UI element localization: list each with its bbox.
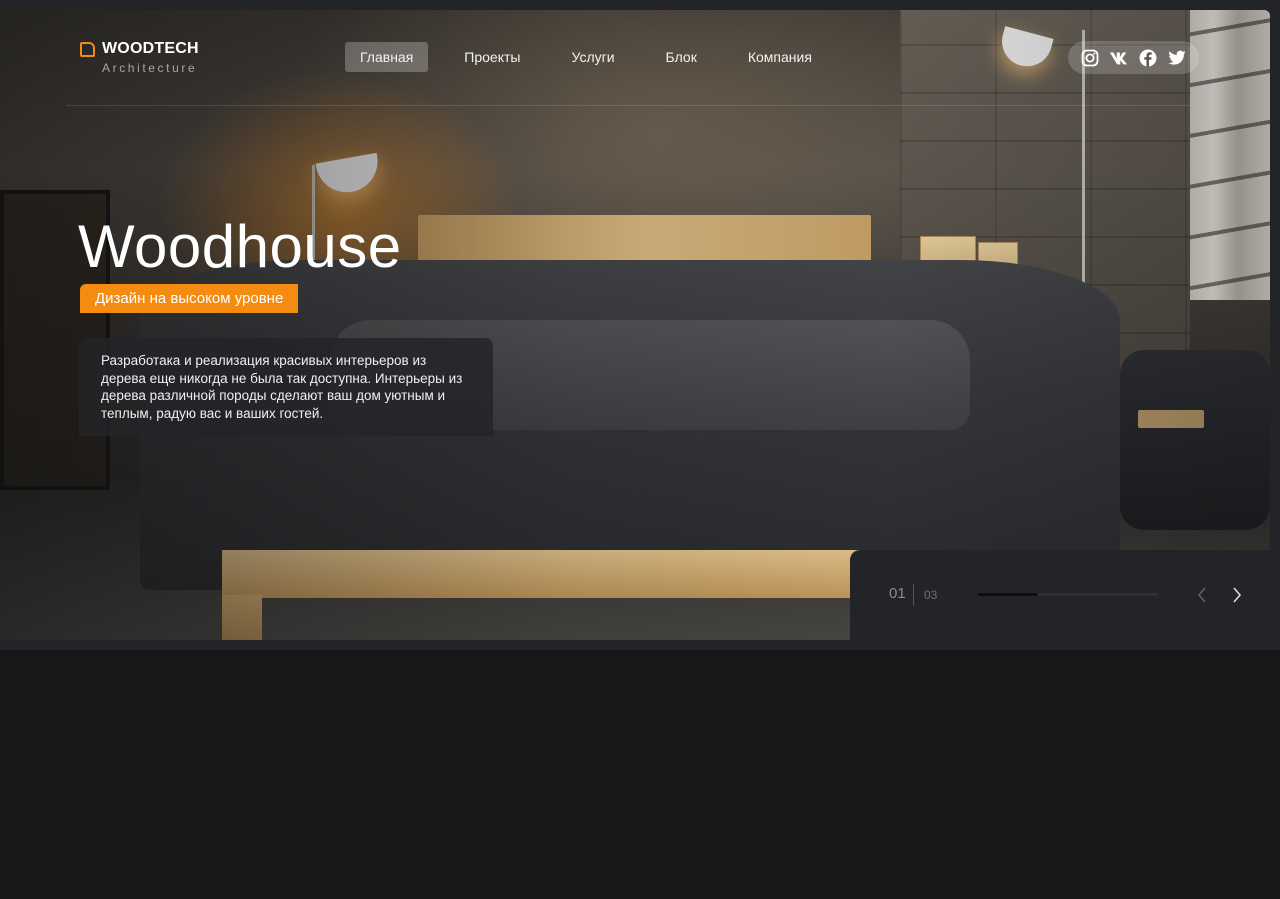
social-links <box>1068 41 1199 74</box>
slide-progress-track <box>978 593 1158 596</box>
hero-title: Woodhouse <box>78 213 402 280</box>
logo-icon <box>80 42 95 57</box>
next-slide-button[interactable] <box>1226 584 1248 606</box>
header-divider <box>66 105 1190 106</box>
slide-current-number: 01 <box>889 585 906 602</box>
hero-tagline-badge: Дизайн на высоком уровне <box>80 284 299 313</box>
chevron-right-icon <box>1233 587 1242 603</box>
nav-item-blog[interactable]: Блок <box>651 42 712 72</box>
slider-controls: 01 03 <box>850 550 1280 650</box>
chevron-left-icon <box>1197 587 1206 603</box>
nav-item-projects[interactable]: Проекты <box>449 42 535 72</box>
slide-total-number: 03 <box>924 588 938 602</box>
nav-item-home[interactable]: Главная <box>345 42 429 72</box>
brand-tagline: Architecture <box>102 61 198 75</box>
vk-icon[interactable] <box>1109 48 1129 68</box>
hero-description: Разработака и реализация красивых интерь… <box>79 338 493 436</box>
slide-progress-fill <box>978 593 1038 596</box>
nav-item-company[interactable]: Компания <box>733 42 827 72</box>
main-nav: Главная Проекты Услуги Блок Компания <box>345 42 848 72</box>
twitter-icon[interactable] <box>1167 48 1187 68</box>
slide-counter-divider <box>913 584 914 606</box>
instagram-icon[interactable] <box>1080 48 1100 68</box>
nav-item-services[interactable]: Услуги <box>556 42 629 72</box>
facebook-icon[interactable] <box>1138 48 1158 68</box>
brand-name: WOODTECH <box>102 40 199 57</box>
prev-slide-button[interactable] <box>1191 584 1213 606</box>
